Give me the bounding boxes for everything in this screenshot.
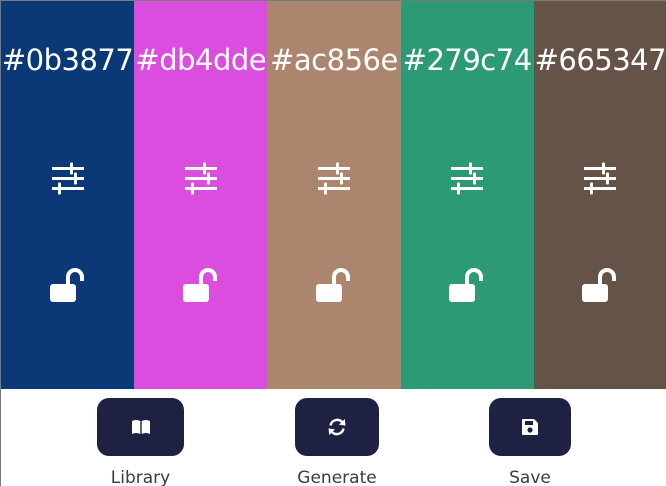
unlocked-icon — [315, 268, 350, 302]
hex-code[interactable]: #665347 — [534, 43, 666, 77]
color-swatch-2[interactable]: #db4dde — [134, 1, 268, 389]
library-button[interactable] — [97, 398, 184, 456]
unlocked-icon — [449, 268, 484, 302]
adjust-button[interactable] — [582, 161, 618, 195]
hex-code[interactable]: #0b3877 — [1, 43, 134, 77]
generate-action: Generate — [295, 398, 379, 486]
sliders-icon — [51, 162, 84, 195]
lock-toggle-button[interactable] — [182, 267, 220, 305]
save-action: Save — [489, 398, 571, 486]
refresh-icon — [328, 418, 346, 436]
sliders-icon — [317, 162, 350, 195]
library-label: Library — [110, 468, 171, 486]
unlocked-icon — [182, 268, 217, 302]
book-icon — [131, 420, 150, 434]
lock-toggle-button[interactable] — [49, 267, 87, 305]
adjust-button[interactable] — [449, 161, 485, 195]
sliders-icon — [584, 162, 617, 195]
action-panel: Library Generate Save — [1, 389, 666, 486]
adjust-button[interactable] — [183, 161, 219, 195]
library-action: Library — [97, 398, 184, 486]
unlocked-icon — [582, 268, 617, 302]
lock-toggle-button[interactable] — [448, 267, 486, 305]
lock-toggle-button[interactable] — [315, 267, 353, 305]
sliders-icon — [184, 162, 217, 195]
save-label: Save — [509, 468, 551, 486]
adjust-button[interactable] — [316, 161, 352, 195]
palette-app: #0b3877 #db4dde #ac856e #279c74 #665347 … — [0, 0, 666, 486]
color-swatch-5[interactable]: #665347 — [533, 1, 666, 389]
color-columns: #0b3877 #db4dde #ac856e #279c74 #665347 — [1, 1, 666, 389]
color-swatch-4[interactable]: #279c74 — [400, 1, 534, 389]
hex-code[interactable]: #db4dde — [134, 43, 267, 77]
generate-button[interactable] — [295, 398, 379, 456]
floppy-disk-icon — [522, 419, 538, 435]
hex-code[interactable]: #ac856e — [267, 43, 400, 77]
adjust-button[interactable] — [50, 161, 86, 195]
unlocked-icon — [49, 268, 84, 302]
hex-code[interactable]: #279c74 — [401, 43, 534, 77]
sliders-icon — [451, 162, 484, 195]
color-swatch-3[interactable]: #ac856e — [267, 1, 401, 389]
lock-toggle-button[interactable] — [581, 267, 619, 305]
generate-label: Generate — [297, 468, 377, 486]
color-swatch-1[interactable]: #0b3877 — [1, 1, 135, 389]
save-button[interactable] — [489, 398, 571, 456]
